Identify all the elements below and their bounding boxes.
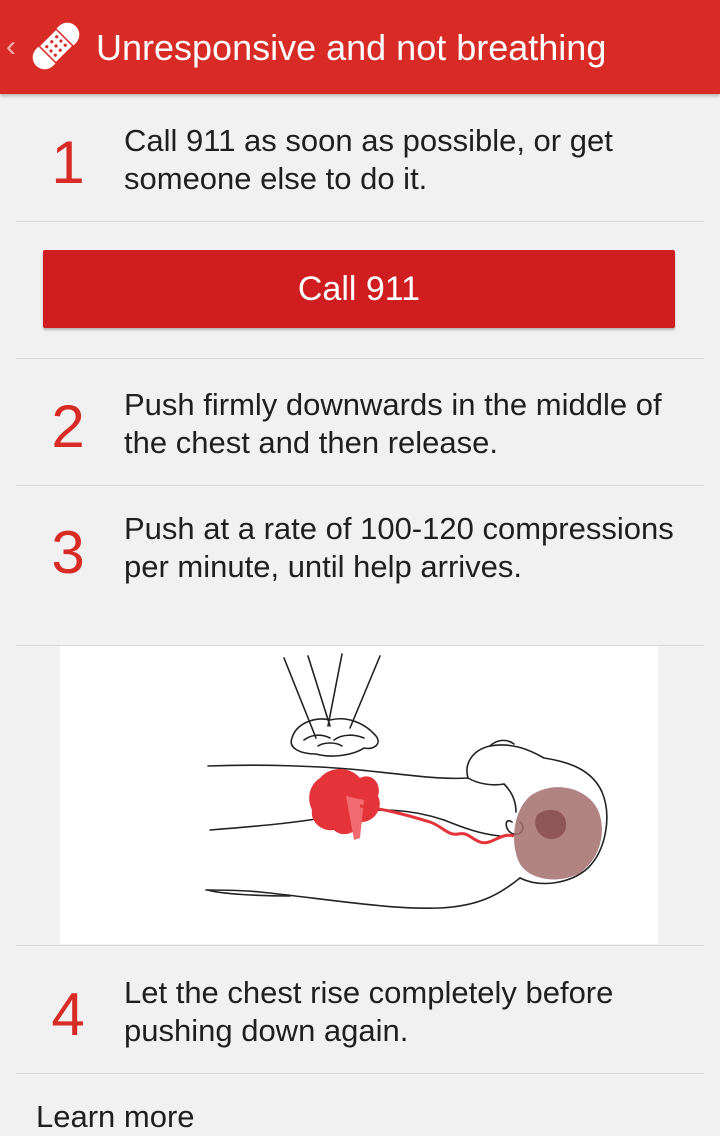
step-text: Call 911 as soon as possible, or get som… (124, 123, 613, 196)
step-4: 4 Let the chest rise completely before p… (16, 974, 704, 1054)
back-icon[interactable]: ‹ (6, 30, 24, 64)
step-text: Push firmly downwards in the middle of t… (124, 387, 662, 460)
step-1: 1 Call 911 as soon as possible, or get s… (16, 122, 704, 202)
step-text: Let the chest rise completely before pus… (124, 975, 614, 1048)
call-911-button[interactable]: Call 911 (43, 250, 675, 328)
divider (16, 221, 704, 222)
app-bar: ‹ Unresponsive and not breathing (0, 0, 720, 94)
bandage-icon (32, 22, 80, 70)
learn-more-link[interactable]: Learn more (36, 1098, 195, 1136)
divider (16, 358, 704, 359)
step-number: 4 (51, 981, 85, 1048)
step-number: 2 (51, 393, 85, 460)
step-text: Push at a rate of 100-120 compressions p… (124, 511, 674, 584)
page-title: Unresponsive and not breathing (96, 27, 607, 68)
divider (16, 485, 704, 486)
step-number: 1 (51, 129, 85, 196)
step-3: 3 Push at a rate of 100-120 compressions… (16, 510, 704, 628)
step-2: 2 Push firmly downwards in the middle of… (16, 386, 704, 466)
divider (16, 1073, 704, 1074)
cpr-illustration (60, 646, 658, 944)
step-number: 3 (51, 519, 85, 586)
divider (16, 945, 704, 946)
